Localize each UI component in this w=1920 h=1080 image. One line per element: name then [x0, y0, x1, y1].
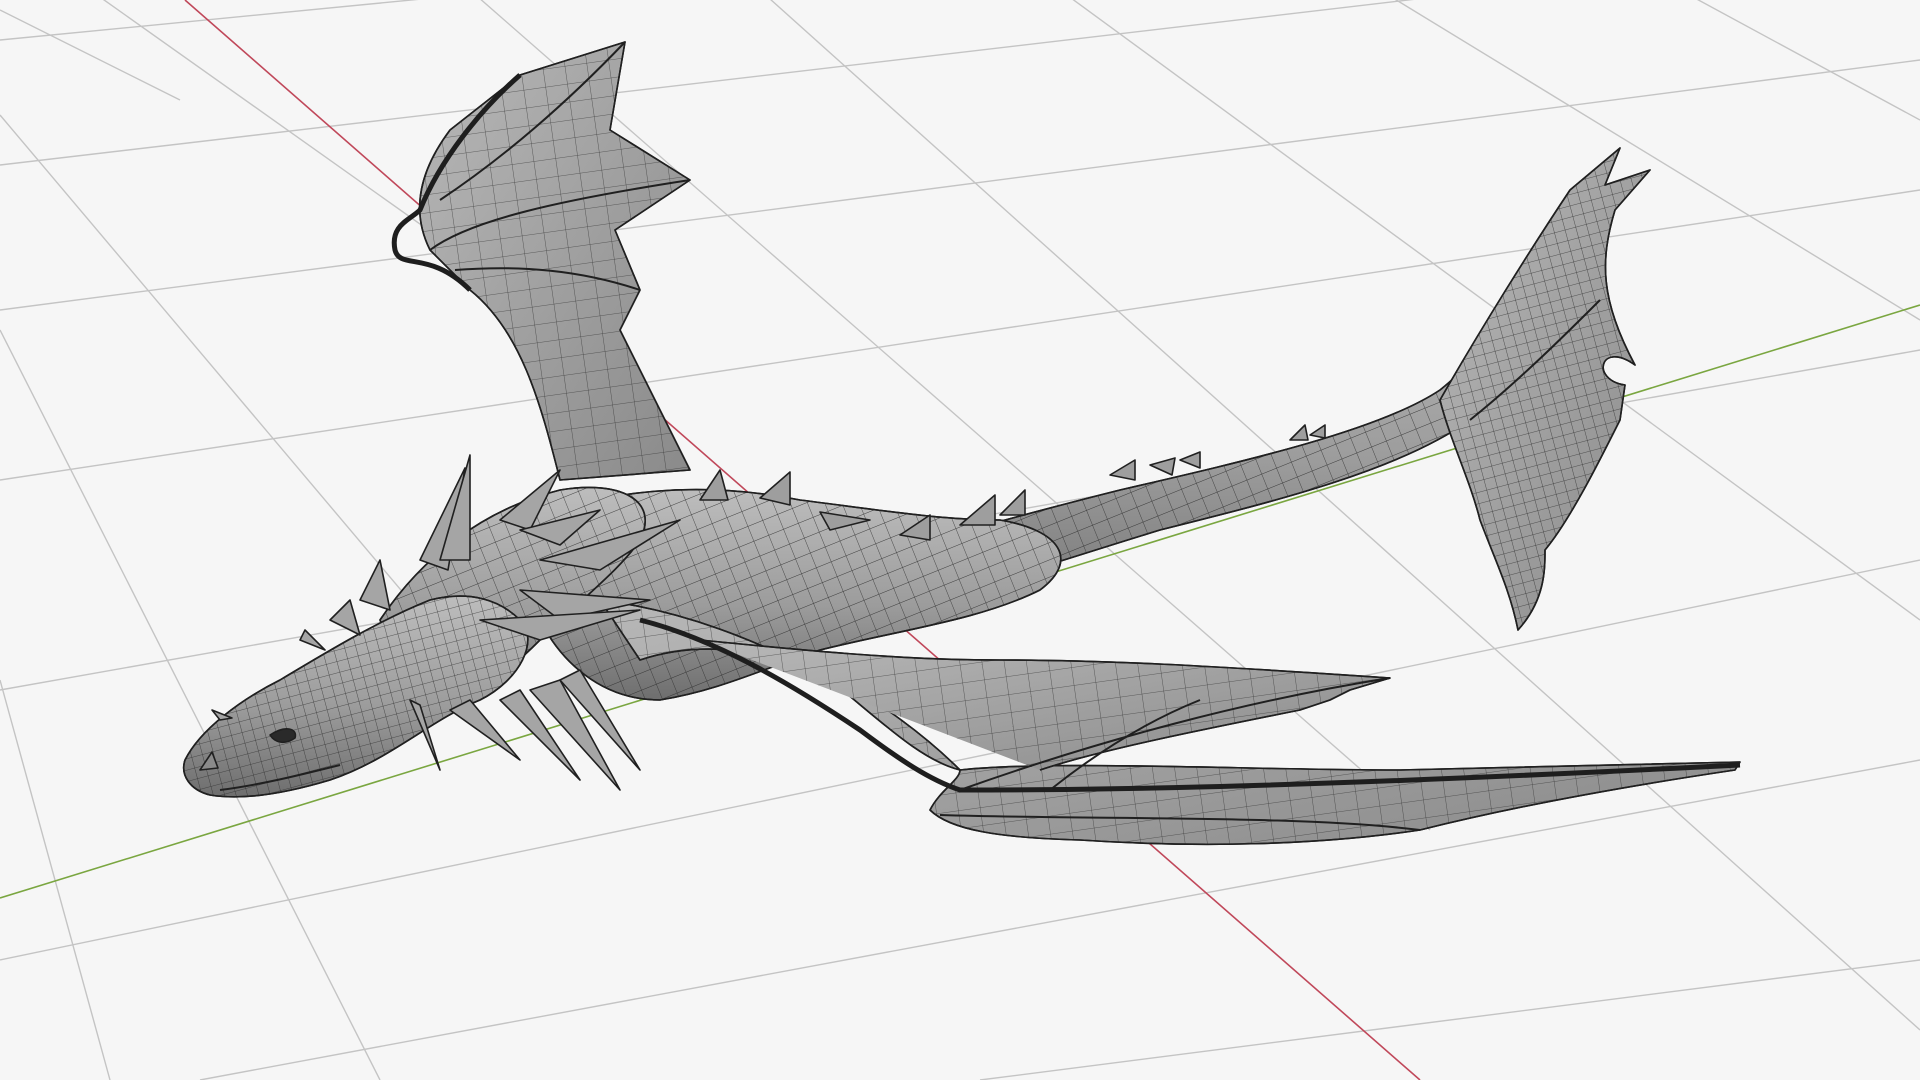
- viewport-canvas[interactable]: [0, 0, 1920, 1080]
- tail-fin[interactable]: [1439, 147, 1651, 631]
- 3d-viewport[interactable]: [0, 0, 1920, 1080]
- dragon-mesh[interactable]: [183, 41, 1741, 846]
